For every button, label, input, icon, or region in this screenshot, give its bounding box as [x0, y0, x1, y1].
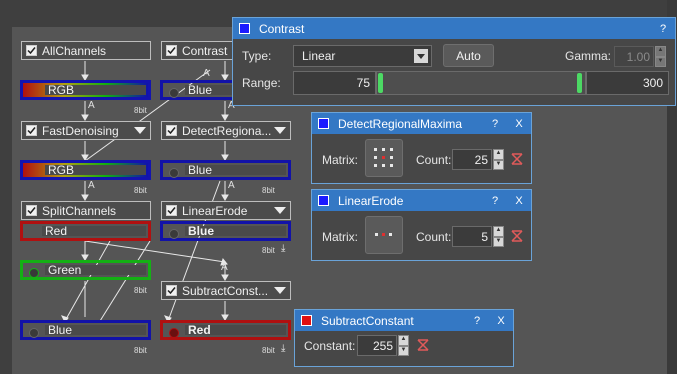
checkbox-icon[interactable]: [166, 45, 177, 56]
dropdown-arrow-icon[interactable]: [274, 207, 286, 214]
checkbox-icon[interactable]: [26, 45, 37, 56]
node-contrast[interactable]: Contrast: [161, 41, 241, 60]
panel-color-icon: [318, 195, 329, 206]
download-icon[interactable]: ⤓: [281, 343, 285, 354]
node-fastdenoising[interactable]: FastDenoising: [21, 121, 151, 140]
port-dot-icon[interactable]: [169, 168, 179, 178]
checkbox-icon[interactable]: [166, 125, 177, 136]
channel-rgb[interactable]: RGB: [20, 80, 151, 100]
range-max-input[interactable]: 300: [586, 71, 669, 95]
gamma-label: Gamma:: [565, 49, 612, 63]
gamma-stepper[interactable]: ▲ ▼: [655, 46, 666, 67]
node-subtractconst[interactable]: SubtractConst...: [161, 281, 291, 300]
matrix-button[interactable]: [365, 216, 403, 254]
node-allchannels[interactable]: AllChannels: [21, 41, 151, 60]
download-icon[interactable]: ⤓: [281, 243, 285, 254]
port-dot-icon[interactable]: [169, 229, 179, 239]
panel-color-icon: [301, 315, 312, 326]
bit-label: 8bit: [134, 346, 147, 355]
close-icon[interactable]: X: [489, 315, 513, 327]
port-dot-icon[interactable]: [29, 328, 39, 338]
close-icon[interactable]: X: [507, 118, 531, 130]
port-dot-icon[interactable]: [29, 268, 39, 278]
connector-a-label: A: [203, 68, 210, 79]
auto-button[interactable]: Auto: [443, 44, 494, 67]
channel-red-subtract[interactable]: Red: [160, 320, 291, 340]
connector-a-label: A: [228, 180, 235, 191]
panel-color-icon: [239, 23, 250, 34]
bit-label: 8bit: [262, 246, 275, 255]
port-dot-icon[interactable]: [169, 328, 179, 338]
count-input[interactable]: 25: [452, 149, 492, 170]
channel-blue-contrast[interactable]: Blue: [160, 80, 240, 100]
help-icon[interactable]: ?: [651, 23, 675, 35]
subtract-panel-titlebar[interactable]: SubtractConstant ? X: [295, 310, 513, 331]
node-linearerode[interactable]: LinearErode: [161, 201, 291, 220]
matrix-label: Matrix:: [322, 153, 358, 167]
dropdown-arrow-icon[interactable]: [274, 287, 286, 294]
checkbox-icon[interactable]: [26, 125, 37, 136]
close-icon[interactable]: X: [507, 195, 531, 207]
constant-input[interactable]: 255: [357, 335, 397, 356]
checkbox-icon[interactable]: [26, 205, 37, 216]
checkbox-icon[interactable]: [166, 205, 177, 216]
count-stepper[interactable]: ▲ ▼: [493, 226, 504, 247]
channel-green[interactable]: Green: [20, 260, 151, 280]
connector-a-label: A: [88, 180, 95, 191]
reset-icon[interactable]: [511, 230, 523, 242]
channel-blue-erode[interactable]: Blue: [160, 221, 291, 241]
dropdown-arrow-icon[interactable]: [134, 127, 146, 134]
subtractconstant-panel: SubtractConstant ? X Constant: 255 ▲ ▼: [294, 309, 514, 367]
checkbox-icon[interactable]: [166, 285, 177, 296]
count-stepper[interactable]: ▲ ▼: [493, 149, 504, 170]
range-min-input[interactable]: 75: [293, 71, 376, 95]
contrast-panel: Contrast ? Type: Linear Auto Gamma: 1.00…: [232, 17, 676, 106]
reset-icon[interactable]: [511, 153, 523, 165]
panel-color-icon: [318, 118, 329, 129]
count-label: Count:: [416, 153, 452, 167]
node-detectregional[interactable]: DetectRegiona...: [161, 121, 291, 140]
node-splitchannels[interactable]: SplitChannels: [21, 201, 151, 220]
linearerode-panel: LinearErode ? X Matrix: Count: 5 ▲ ▼: [311, 189, 532, 261]
help-icon[interactable]: ?: [483, 118, 507, 130]
connector-a-label: A: [88, 100, 95, 111]
range-slider-handle-max[interactable]: [577, 73, 582, 93]
chevron-down-icon[interactable]: [414, 49, 428, 63]
gamma-input[interactable]: 1.00: [614, 46, 654, 67]
detect-panel-titlebar[interactable]: DetectRegionalMaxima ? X: [312, 113, 531, 134]
count-label: Count:: [416, 230, 452, 244]
type-select[interactable]: Linear: [293, 45, 432, 67]
range-slider-handle-min[interactable]: [378, 73, 383, 93]
type-label: Type:: [242, 49, 272, 63]
count-input[interactable]: 5: [452, 226, 492, 247]
matrix-line-icon: [375, 233, 392, 236]
matrix-grid-icon: [374, 148, 393, 167]
bit-label: 8bit: [262, 186, 275, 195]
connector-a-label: A: [221, 262, 228, 273]
channel-red[interactable]: Red: [20, 221, 151, 241]
constant-stepper[interactable]: ▲ ▼: [398, 335, 409, 356]
bit-label: 8bit: [134, 286, 147, 295]
constant-label: Constant:: [304, 339, 356, 353]
dropdown-arrow-icon[interactable]: [274, 127, 286, 134]
help-icon[interactable]: ?: [483, 195, 507, 207]
channel-rgb-denoised[interactable]: RGB: [20, 160, 151, 180]
bit-label: 8bit: [134, 186, 147, 195]
bit-label: 8bit: [262, 346, 275, 355]
contrast-panel-titlebar[interactable]: Contrast ?: [233, 18, 675, 39]
help-icon[interactable]: ?: [465, 315, 489, 327]
channel-blue-bottom[interactable]: Blue: [20, 320, 151, 340]
range-label: Range:: [242, 76, 281, 90]
erode-panel-titlebar[interactable]: LinearErode ? X: [312, 190, 531, 211]
reset-icon[interactable]: [417, 339, 429, 351]
channel-blue-detect[interactable]: Blue: [160, 160, 291, 180]
range-slider-track[interactable]: [376, 71, 586, 95]
port-dot-icon[interactable]: [169, 88, 179, 98]
detectregionalmaxima-panel: DetectRegionalMaxima ? X Matrix: Count: …: [311, 112, 532, 184]
matrix-button[interactable]: [365, 139, 403, 177]
bit-label: 8bit: [134, 106, 147, 115]
matrix-label: Matrix:: [322, 230, 358, 244]
